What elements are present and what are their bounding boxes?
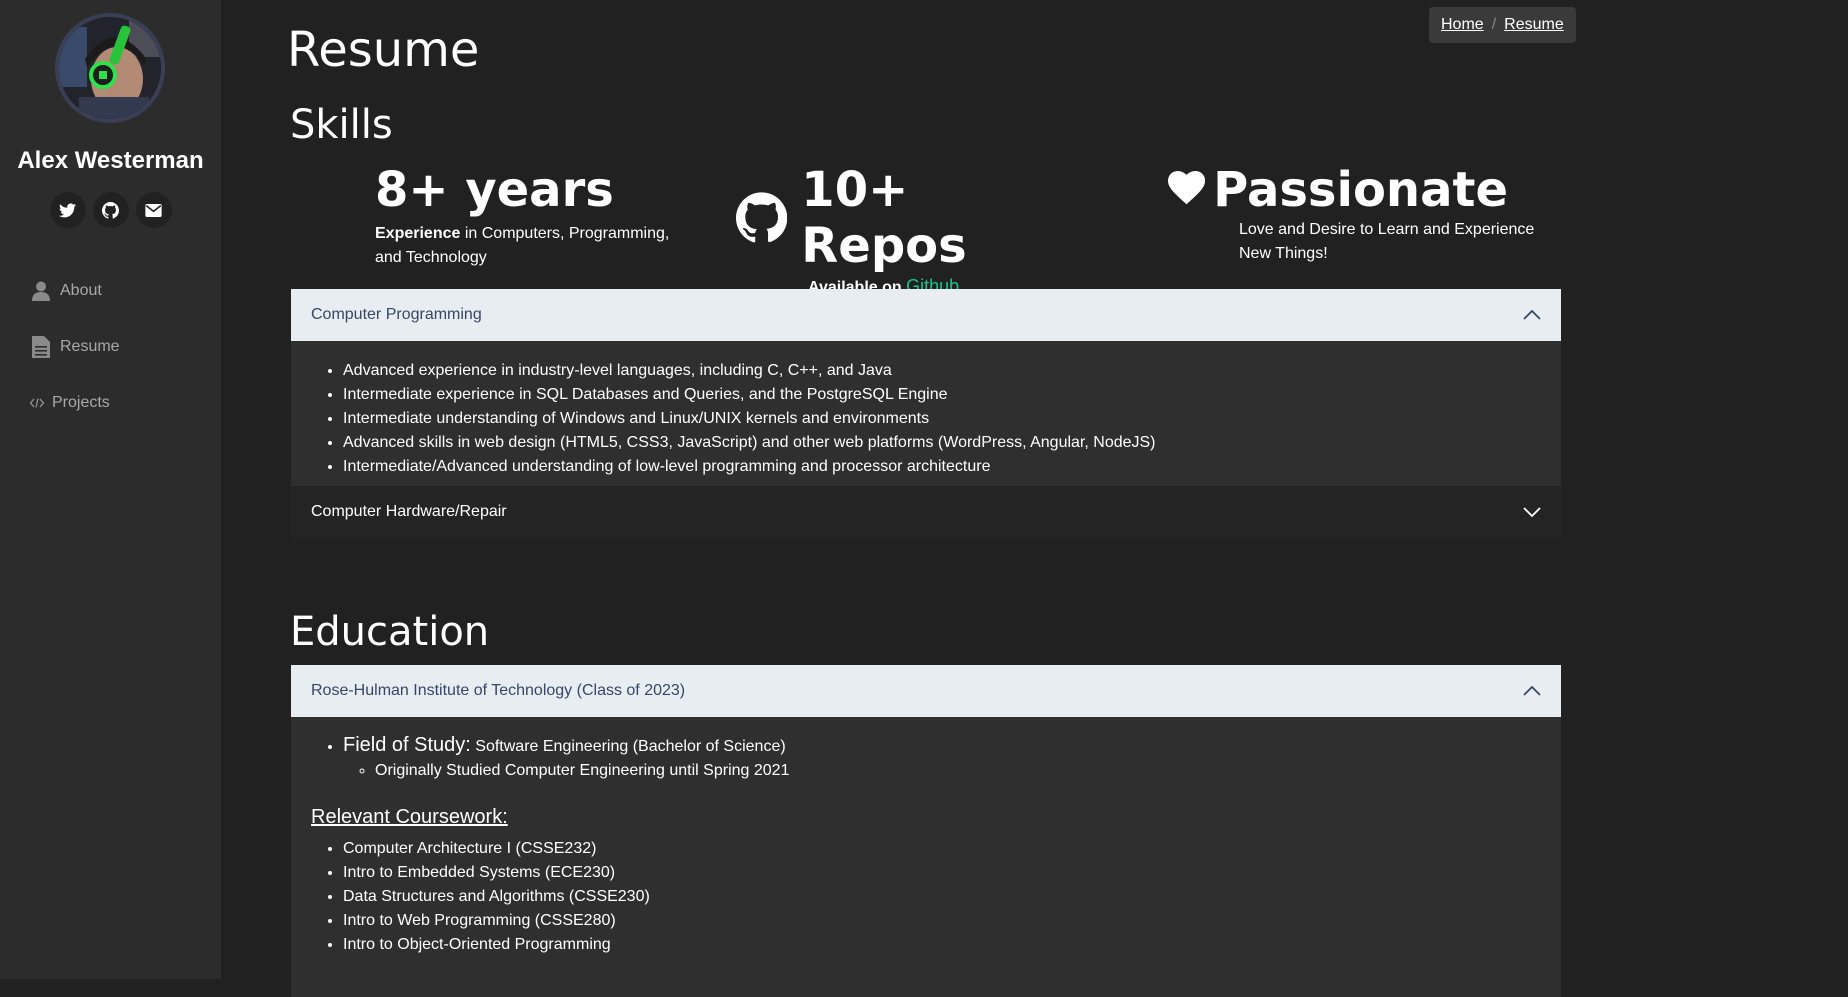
skills-accordion: Computer Programming Advanced experience… (291, 289, 1561, 538)
social-links (0, 192, 221, 228)
github-icon (102, 201, 119, 219)
list-item: Advanced skills in web design (HTML5, CS… (343, 431, 1561, 455)
stat-big: 8+ years (375, 162, 614, 218)
sidebar-item-label: Resume (60, 338, 120, 355)
sidebar-item-resume[interactable]: Resume (30, 319, 120, 375)
list-item: Intro to Web Programming (CSSE280) (343, 909, 1561, 933)
mail-link[interactable] (135, 192, 172, 228)
accordion-title: Computer Programming (311, 306, 482, 323)
stat-big: Passionate (1213, 162, 1508, 218)
accordion-header-hardware[interactable]: Computer Hardware/Repair (291, 486, 1561, 538)
stat-repos: 10+ Repos Available on Github (736, 162, 1076, 300)
heart-icon (1168, 171, 1206, 205)
education-title: Education (290, 609, 490, 655)
mail-icon (145, 203, 162, 217)
github-link[interactable] (92, 192, 129, 228)
sidebar: Alex Westerman About Resume Projects (0, 0, 221, 979)
stat-desc: Love and Desire to Learn and Experience … (1239, 221, 1535, 262)
accordion-body-programming: Advanced experience in industry-level la… (291, 341, 1561, 486)
field-of-study-label: Field of Study: (343, 734, 471, 756)
chevron-down-icon (1523, 507, 1541, 517)
sidebar-item-projects[interactable]: Projects (30, 375, 120, 431)
user-icon (30, 281, 52, 301)
sidebar-item-label: About (60, 282, 102, 299)
chevron-up-icon (1523, 310, 1541, 320)
breadcrumb-separator: / (1491, 16, 1497, 33)
sidebar-item-about[interactable]: About (30, 263, 120, 319)
field-of-study-value: Software Engineering (Bachelor of Scienc… (470, 738, 786, 755)
accordion-header-programming[interactable]: Computer Programming (291, 289, 1561, 341)
list-item: Computer Architecture I (CSSE232) (343, 837, 1561, 861)
avatar (55, 13, 165, 123)
page-title: Resume (287, 22, 480, 78)
skills-title: Skills (290, 102, 393, 148)
education-accordion: Rose-Hulman Institute of Technology (Cla… (291, 665, 1561, 997)
accordion-title: Rose-Hulman Institute of Technology (Cla… (311, 682, 686, 699)
list-item: Field of Study: Software Engineering (Ba… (343, 733, 1561, 783)
accordion-header-rose-hulman[interactable]: Rose-Hulman Institute of Technology (Cla… (291, 665, 1561, 717)
sidebar-nav: About Resume Projects (30, 263, 120, 431)
list-item: Originally Studied Computer Engineering … (375, 759, 1561, 783)
list-item: Intermediate experience in SQL Databases… (343, 383, 1561, 407)
github-icon (736, 192, 788, 243)
chevron-up-icon (1523, 686, 1541, 696)
twitter-icon (59, 202, 76, 217)
stat-experience: 8+ years Experience in Computers, Progra… (375, 162, 675, 270)
accordion-body-rose-hulman: Field of Study: Software Engineering (Ba… (291, 717, 1561, 997)
coursework-title: Relevant Coursework: (311, 806, 508, 828)
breadcrumb-home[interactable]: Home (1441, 16, 1484, 34)
document-icon (30, 336, 52, 358)
stat-desc: Experience in Computers, Programming, an… (375, 225, 670, 266)
breadcrumb-current[interactable]: Resume (1504, 16, 1564, 34)
accordion-title: Computer Hardware/Repair (311, 503, 507, 520)
list-item: Intro to Object-Oriented Programming (343, 933, 1561, 957)
list-item: Intermediate understanding of Windows an… (343, 407, 1561, 431)
stat-big: 10+ Repos (801, 162, 967, 274)
list-item: Advanced experience in industry-level la… (343, 359, 1561, 383)
breadcrumb: Home / Resume (1429, 7, 1576, 43)
list-item: Intro to Embedded Systems (ECE230) (343, 861, 1561, 885)
stat-passion: Passionate Love and Desire to Learn and … (1168, 162, 1534, 266)
code-icon (30, 398, 44, 408)
twitter-link[interactable] (49, 192, 86, 228)
sidebar-item-label: Projects (52, 394, 110, 411)
list-item: Data Structures and Algorithms (CSSE230) (343, 885, 1561, 909)
profile-name: Alex Westerman (17, 147, 204, 174)
list-item: Intermediate/Advanced understanding of l… (343, 455, 1561, 479)
main-content: Home / Resume Resume Skills 8+ years Exp… (221, 0, 1848, 997)
